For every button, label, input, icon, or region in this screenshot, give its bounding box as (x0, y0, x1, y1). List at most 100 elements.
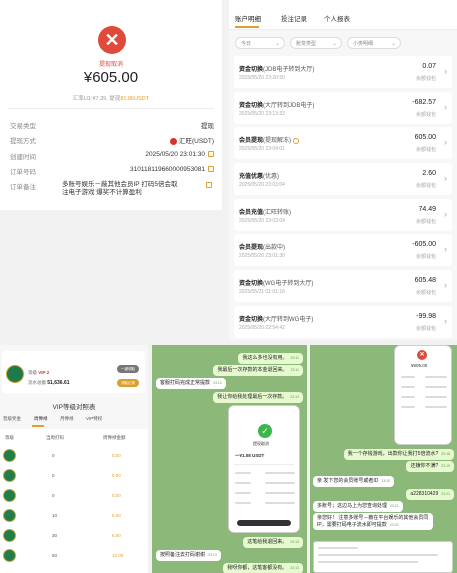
account-records-panel: 账户明细 投注记录 个人报表 今日 ⌄ 账变类型 ⌄ 小类明细 ⌄ 资金切换(JDB电… (229, 0, 457, 340)
copy-icon[interactable] (208, 166, 214, 173)
item-amount: -682.57 (412, 98, 436, 106)
list-item[interactable]: 会员充值(汇旺转账) 2025/05/20 23:03:04 74.49 余额钱包 › (234, 198, 452, 231)
list-item[interactable]: 充值优惠(优惠) 2025/05/20 23:03:04 2.60 余额钱包 › (234, 163, 452, 196)
text-placeholder (425, 396, 447, 398)
table-row: 50 10.00 (0, 546, 148, 565)
divider (234, 464, 294, 465)
message-text: 我一个存钱游戏，出款你让我打5倍流水? (347, 451, 439, 457)
chat-message: 多账号；这边马上为您查询处理 23:21 (313, 501, 403, 512)
records-tabs: 账户明细 投注记录 个人报表 (229, 0, 457, 30)
list-item[interactable]: 会员提现(提现解冻) 2025/05/20 23:04:01 605.00 余额钱包 › (234, 127, 452, 160)
copy-icon[interactable] (208, 151, 214, 158)
table-row: 0 0.00 (0, 486, 148, 505)
item-subtitle: (汇旺转账) (263, 209, 292, 216)
chat-message: 我最后一次存款的本金退回来。 23:11 (213, 365, 303, 376)
item-title: 资金切换(JDB电子转到大厅) (239, 64, 314, 73)
vip-panel: 等级 VIP 2 流水总额 51,636.61 一键领取 领取记录 VIP等级对… (0, 345, 148, 573)
text-placeholder (265, 472, 295, 474)
filter-subtype[interactable]: 小类明细 ⌄ (347, 37, 401, 49)
text-placeholder (318, 554, 438, 556)
chat-message: 我呀你都，这笔客都没有。 23:13 (223, 563, 303, 573)
withdrawal-status: 提现取消 (98, 62, 123, 68)
weekly-reward: 0.00 (112, 453, 121, 458)
chat-message: 我一个存钱游戏，出款你让我打5倍流水? 23:18 (343, 449, 454, 460)
tab-vip-privileges[interactable]: VIP特权 (86, 416, 102, 422)
cancel-status-icon: ✕ (98, 26, 126, 54)
item-subtitle: (大厅转到JDB电子) (263, 102, 315, 109)
vip-level-badge-icon (3, 549, 16, 562)
text-placeholder (235, 492, 251, 494)
chat-message: a228310429 23:21 (406, 489, 454, 500)
detail-row-order: 订单号码 310118119660000953081 (10, 166, 214, 176)
weekly-bet: 10 (52, 513, 58, 518)
item-wallet: 余额钱包 (415, 290, 436, 297)
item-date: 2025/05/20 23:04:01 (239, 146, 285, 153)
item-title-text: 会员提现 (239, 138, 264, 145)
method-text: 汇旺(USDT) (178, 138, 214, 145)
vip-table-title: VIP等级对照表 (52, 404, 96, 411)
copy-icon[interactable] (206, 182, 212, 188)
table-row: 0 0.00 (0, 446, 148, 465)
item-title: 会员提现(提现解冻) (239, 135, 300, 145)
chevron-right-icon: › (444, 173, 447, 184)
info-icon[interactable] (293, 137, 300, 144)
item-wallet: 余额钱包 (415, 183, 436, 190)
message-text: 按照备注去打码谢谢 (160, 552, 206, 558)
chevron-right-icon: › (444, 244, 447, 255)
table-row: 10 5.00 (0, 506, 148, 525)
filter-label: 小类明细 (353, 41, 374, 47)
item-date: 2025/05/20 23:03:04 (239, 182, 285, 189)
message-text: 我这么多也没有用。 (242, 355, 288, 361)
vip-summary-card: 等级 VIP 2 流水总额 51,636.61 一键领取 领取记录 (2, 351, 145, 393)
rate-usdt: 81.86USDT (120, 96, 150, 102)
item-title: 充值优惠(优惠) (239, 171, 279, 180)
vip-level-badge-icon (3, 509, 16, 522)
list-item[interactable]: 资金切换(WG电子转到大厅) 2025/05/21 01:01:16 605.48 余… (234, 270, 452, 303)
filter-type[interactable]: 账变类型 ⌄ (290, 37, 342, 49)
item-amount: 0.07 (422, 63, 436, 70)
message-text: 客服打码完成正常提款 (160, 380, 211, 386)
vip-level-prefix: 等级 (28, 370, 37, 375)
message-text: 还嫌你不满? (410, 463, 439, 469)
chat-message: 这笔给我退回来。 23:13 (243, 537, 303, 548)
message-time: 23:19 (441, 464, 450, 468)
text-placeholder (425, 386, 447, 388)
chevron-right-icon: › (444, 101, 447, 112)
item-title-text: 资金切换 (239, 67, 264, 73)
tab-account-detail[interactable]: 账户明细 (235, 13, 261, 23)
huiwang-logo-icon (169, 137, 177, 145)
row-value-order: 310118119660000953081 (130, 166, 214, 173)
vip-balance-prefix: 流水总额 (28, 380, 46, 385)
tab-monthly-salary[interactable]: 月俸禄 (60, 416, 74, 422)
message-text: a228310429 (410, 491, 439, 497)
vip-balance: 流水总额 51,636.61 (28, 380, 70, 386)
list-item[interactable]: 资金切换(大厅转到WG电子) 2025/05/20 22:54:42 -99.98 余… (234, 305, 452, 338)
tab-personal-report[interactable]: 个人报表 (324, 13, 350, 23)
claim-all-button[interactable]: 一键领取 (117, 365, 139, 373)
screenshot-collage: ✕ 提现取消 ¥605.00 汇率U1:¥7.39, 提现81.86USDT 交… (0, 0, 457, 573)
rate-prefix: 汇率U1:¥7.39, 提现 (72, 96, 121, 102)
records-list: 资金切换(JDB电子转到大厅) 2025/05/20 23:20:50 0.07 余额… (234, 56, 452, 342)
tab-promotion-bonus[interactable]: 晋级奖金 (3, 416, 21, 422)
text-placeholder (265, 492, 295, 494)
vip-level-badge-icon (3, 469, 16, 482)
tab-bet-records[interactable]: 投注记录 (281, 13, 307, 23)
row-label: 订单备注 (10, 184, 36, 191)
column-header: 等级 (5, 435, 14, 440)
weekly-reward: 6.00 (112, 533, 121, 538)
item-subtitle: (大厅转到WG电子) (263, 316, 314, 323)
filter-date[interactable]: 今日 ⌄ (235, 37, 285, 49)
row-value-remark: 多账号娱乐－蔽其他会员IP 打码5倍会取注电子游戏 爆奖不计算盈利 (62, 181, 178, 196)
message-text: 亲 发下您的会员账号或者ID (317, 478, 379, 484)
column-header: 当周打码 (46, 435, 64, 440)
list-item[interactable]: 资金切换(JDB电子转到大厅) 2025/05/20 23:20:50 0.07 余额… (234, 56, 452, 88)
tab-weekly-salary[interactable]: 周俸禄 (34, 416, 48, 422)
item-title: 资金切换(大厅转到JDB电子) (239, 100, 314, 109)
list-item[interactable]: 会员提现(出款中) 2025/05/20 23:01:30 -605.00 余额钱包 › (234, 234, 452, 267)
weekly-bet: 0 (52, 453, 55, 458)
text-placeholder (401, 406, 415, 408)
item-title-text: 充值优惠 (239, 174, 264, 181)
list-item[interactable]: 资金切换(大厅转到JDB电子) 2025/05/20 23:13:32 -682.5… (234, 91, 452, 124)
message-time: 23:13 (290, 395, 299, 399)
claim-history-button[interactable]: 领取记录 (117, 379, 139, 387)
